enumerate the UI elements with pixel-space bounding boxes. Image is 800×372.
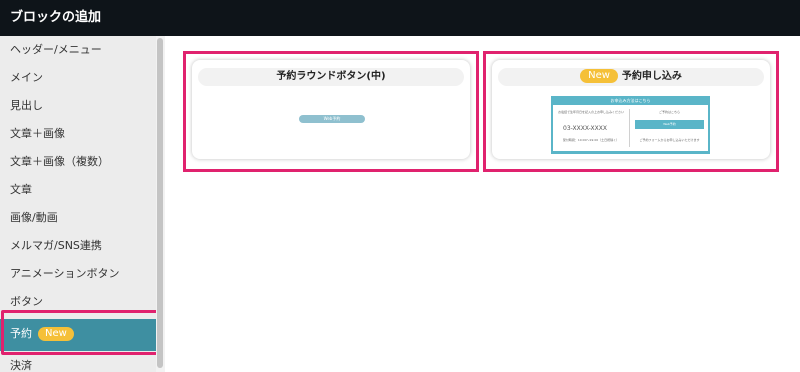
sidebar-item-main[interactable]: メイン — [0, 64, 156, 92]
preview-web-button: Web予約 — [635, 120, 704, 129]
preview-phone-caption: お電話で生年月日を記入の上お申し込みください — [557, 110, 624, 114]
sidebar-item-label: ボタン — [10, 295, 43, 308]
sidebar-item-animation-button[interactable]: アニメーションボタン — [0, 260, 156, 288]
preview-phone-note: 受付時間：10:00〜19:00（土日祝除く） — [562, 138, 620, 142]
sidebar-item-text[interactable]: 文章 — [0, 176, 156, 204]
sidebar-item-heading[interactable]: 見出し — [0, 92, 156, 120]
card-title: 予約ラウンドボタン(中) — [198, 68, 464, 86]
sidebar-item-text-image[interactable]: 文章＋画像 — [0, 120, 156, 148]
preview-phone-section: お電話で生年月日を記入の上お申し込みください 03-XXXX-XXXX 受付時間… — [553, 105, 629, 151]
preview-web-section: ご予約はこちら Web予約 ご予約フォームからお申し込みいただけます — [631, 105, 708, 151]
preview-application-form: お申込み方法はこちら お電話で生年月日を記入の上お申し込みください 03-XXX… — [551, 96, 710, 154]
preview-web-note: ご予約フォームからお申し込みいただけます — [639, 138, 700, 142]
sidebar-item-label: 文章＋画像 — [10, 127, 65, 140]
sidebar-item-label: ヘッダー/メニュー — [10, 43, 102, 56]
sidebar-scrollbar[interactable] — [156, 36, 165, 372]
card-title: New 予約申し込み — [498, 68, 764, 86]
sidebar-item-text-image-multi[interactable]: 文章＋画像（複数） — [0, 148, 156, 176]
preview-round-button: Web予約 — [299, 115, 365, 123]
new-badge: New — [580, 69, 618, 83]
sidebar-item-label: メイン — [10, 71, 43, 84]
highlight-box — [1, 310, 161, 355]
dialog-header: ブロックの追加 — [0, 0, 800, 36]
preview-phone-number: 03-XXXX-XXXX — [563, 125, 607, 132]
dialog-title: ブロックの追加 — [10, 10, 102, 25]
scrollbar-thumb[interactable] — [157, 38, 163, 368]
sidebar-item-image-video[interactable]: 画像/動画 — [0, 204, 156, 232]
sidebar-item-label: メルマガ/SNS連携 — [10, 239, 102, 252]
sidebar-item-label: 文章 — [10, 183, 32, 196]
sidebar-item-newsletter-sns[interactable]: メルマガ/SNS連携 — [0, 232, 156, 260]
sidebar-item-label: 決済 — [10, 359, 32, 372]
sidebar-item-label: 画像/動画 — [10, 211, 58, 224]
preview-form-header: お申込み方法はこちら — [610, 98, 651, 103]
sidebar-item-label: 文章＋画像（複数） — [10, 155, 109, 168]
block-card-reservation-round-button[interactable]: 予約ラウンドボタン(中) Web予約 — [183, 51, 479, 172]
preview-divider — [629, 109, 630, 147]
sidebar-item-payment[interactable]: 決済 — [0, 352, 156, 372]
card-preview: 予約ラウンドボタン(中) Web予約 — [192, 60, 470, 159]
block-category-sidebar: ヘッダー/メニュー メイン 見出し 文章＋画像 文章＋画像（複数） 文章 画像/… — [0, 36, 165, 372]
preview-web-caption: ご予約はこちら — [658, 110, 680, 114]
sidebar-item-label: 見出し — [10, 99, 43, 112]
preview-form-body: お電話で生年月日を記入の上お申し込みください 03-XXXX-XXXX 受付時間… — [553, 105, 708, 151]
card-preview: New 予約申し込み お申込み方法はこちら お電話で生年月日を記入の上お申し込みく… — [492, 60, 770, 159]
block-card-reservation-application[interactable]: New 予約申し込み お申込み方法はこちら お電話で生年月日を記入の上お申し込みく… — [483, 51, 779, 172]
sidebar-item-header-menu[interactable]: ヘッダー/メニュー — [0, 36, 156, 64]
sidebar-item-label: アニメーションボタン — [10, 267, 120, 280]
